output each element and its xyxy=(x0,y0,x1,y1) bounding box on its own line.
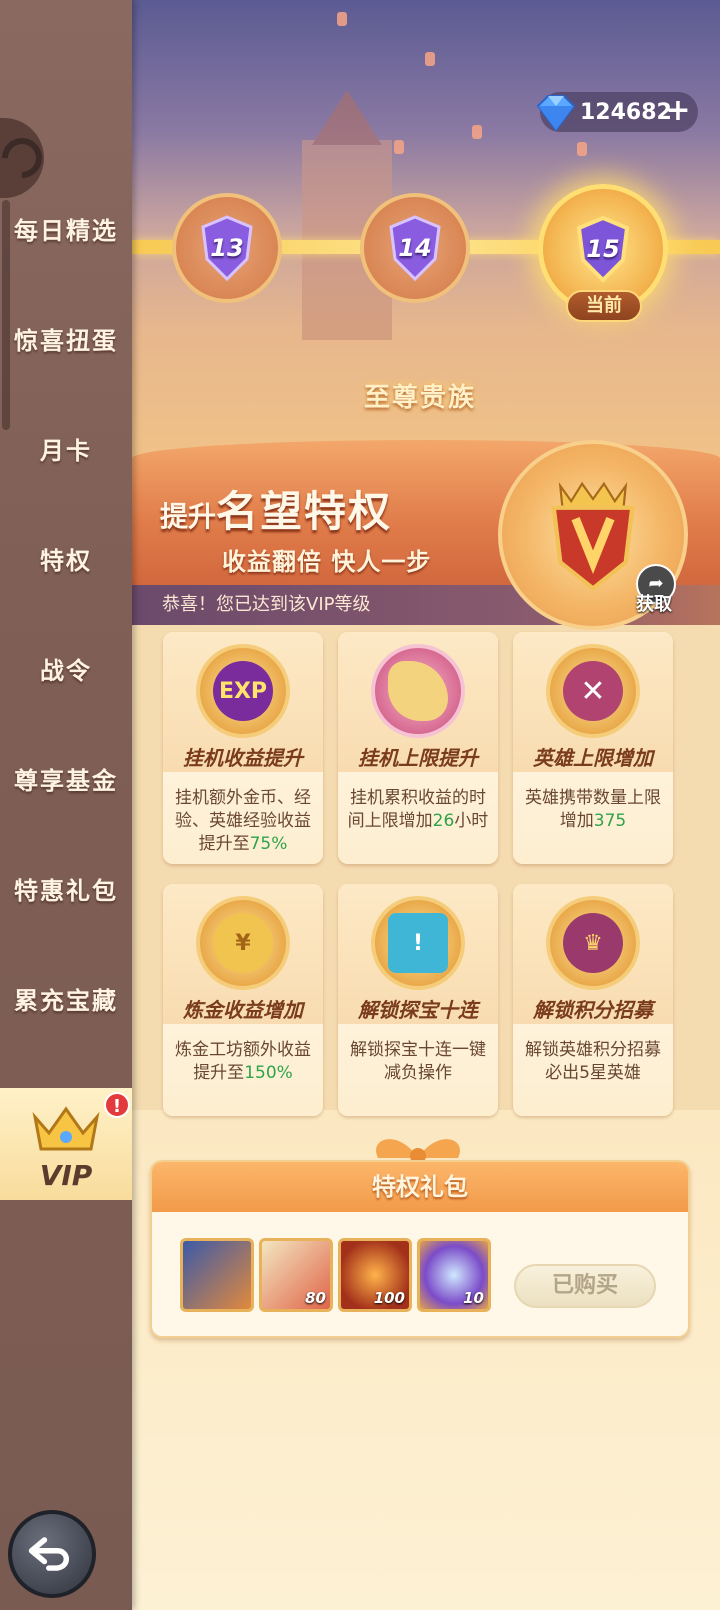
crystal-icon[interactable]: 10 xyxy=(417,1238,491,1312)
card-description: 解锁英雄积分招募必出5星英雄 xyxy=(525,1040,661,1083)
current-level-tag: 当前 xyxy=(566,290,642,322)
banner-subtitle: 收益翻倍 快人一步 xyxy=(222,548,432,576)
gold-crown-shield-icon: 15 xyxy=(571,214,635,284)
hero-card-icon[interactable] xyxy=(180,1238,254,1312)
gem-counter[interactable]: 124682 + xyxy=(536,92,698,132)
lantern-decoration xyxy=(394,140,404,154)
purchased-button[interactable]: 已购买 xyxy=(514,1264,656,1308)
return-arrow-icon xyxy=(28,1537,69,1571)
sidebar-item-daily[interactable]: 每日精选 xyxy=(0,178,132,278)
privilege-card[interactable]: ¥ 炼金收益增加 炼金工坊额外收益提升至150% xyxy=(163,884,323,1116)
horn-icon xyxy=(371,644,465,738)
sidebar-item-gacha[interactable]: 惊喜扭蛋 xyxy=(0,288,132,388)
diamond-icon xyxy=(532,92,578,132)
banner-title: 提升名望特权 xyxy=(160,487,393,536)
fire-demon-icon[interactable]: 100 xyxy=(338,1238,412,1312)
gift-title: 特权礼包 xyxy=(372,1173,468,1201)
card-description: 英雄携带数量上限增加375 xyxy=(525,788,661,831)
lantern-decoration xyxy=(472,125,482,139)
card-title: 挂机上限提升 xyxy=(358,746,478,770)
privilege-card[interactable]: EXP 挂机收益提升 挂机额外金币、经验、英雄经验收益提升至75% xyxy=(163,632,323,864)
back-button[interactable] xyxy=(8,1510,96,1598)
vip-level-14[interactable]: 14 xyxy=(360,193,470,303)
privilege-card[interactable]: 挂机上限提升 挂机累积收益的时间上限增加26小时 xyxy=(338,632,498,864)
card-description: 挂机累积收益的时间上限增加26小时 xyxy=(347,788,489,831)
card-description: 解锁探宝十连一键减负操作 xyxy=(350,1040,486,1083)
crown-icon xyxy=(29,1103,103,1157)
lantern-decoration xyxy=(425,52,435,66)
vip-level-13[interactable]: 13 xyxy=(172,193,282,303)
purple-shield-icon: 13 xyxy=(195,213,259,283)
crossed-swords-icon: ✕ xyxy=(546,644,640,738)
card-title: 炼金收益增加 xyxy=(183,998,303,1022)
card-title: 挂机收益提升 xyxy=(183,746,303,770)
sidebar-item-privilege[interactable]: 特权 xyxy=(0,508,132,608)
exp-icon: EXP xyxy=(196,644,290,738)
privilege-card[interactable]: ✕ 英雄上限增加 英雄携带数量上限增加375 xyxy=(513,632,673,864)
notification-badge: ! xyxy=(104,1092,130,1118)
tier-name: 至尊贵族 xyxy=(363,383,476,413)
card-description: 挂机额外金币、经验、英雄经验收益提升至75% xyxy=(175,788,311,854)
card-title: 解锁积分招募 xyxy=(533,998,653,1022)
crown-shield-icon xyxy=(551,481,635,592)
lantern-decoration xyxy=(337,12,347,26)
sidebar-item-battle-pass[interactable]: 战令 xyxy=(0,618,132,718)
purple-shield-icon: 14 xyxy=(383,213,447,283)
fetch-button[interactable]: 获取 xyxy=(636,590,680,616)
gold-pot-icon: ¥ xyxy=(196,896,290,990)
lantern-decoration xyxy=(577,142,587,156)
crown-emblem-icon: ♛ xyxy=(546,896,640,990)
card-title: 解锁探宝十连 xyxy=(358,998,478,1022)
sidebar-item-special-pack[interactable]: 特惠礼包 xyxy=(0,838,132,938)
card-description: 炼金工坊额外收益提升至150% xyxy=(175,1040,311,1083)
sidebar-item-fund[interactable]: 尊享基金 xyxy=(0,728,132,828)
hourglass-chest-icon[interactable]: 80 xyxy=(259,1238,333,1312)
add-gems-button[interactable]: + xyxy=(664,96,692,126)
sidebar: 每日精选 惊喜扭蛋 月卡 特权 战令 尊享基金 特惠礼包 累充宝藏 VIP xyxy=(0,0,132,1610)
card-title: 英雄上限增加 xyxy=(533,746,653,770)
privilege-card[interactable]: ! 解锁探宝十连 解锁探宝十连一键减负操作 xyxy=(338,884,498,1116)
sidebar-item-monthly-card[interactable]: 月卡 xyxy=(0,398,132,498)
privilege-card[interactable]: ♛ 解锁积分招募 解锁英雄积分招募必出5星英雄 xyxy=(513,884,673,1116)
sidebar-item-recharge-treasure[interactable]: 累充宝藏 xyxy=(0,948,132,1048)
gem-amount: 124682 xyxy=(580,99,672,125)
treasure-map-icon: ! xyxy=(371,896,465,990)
